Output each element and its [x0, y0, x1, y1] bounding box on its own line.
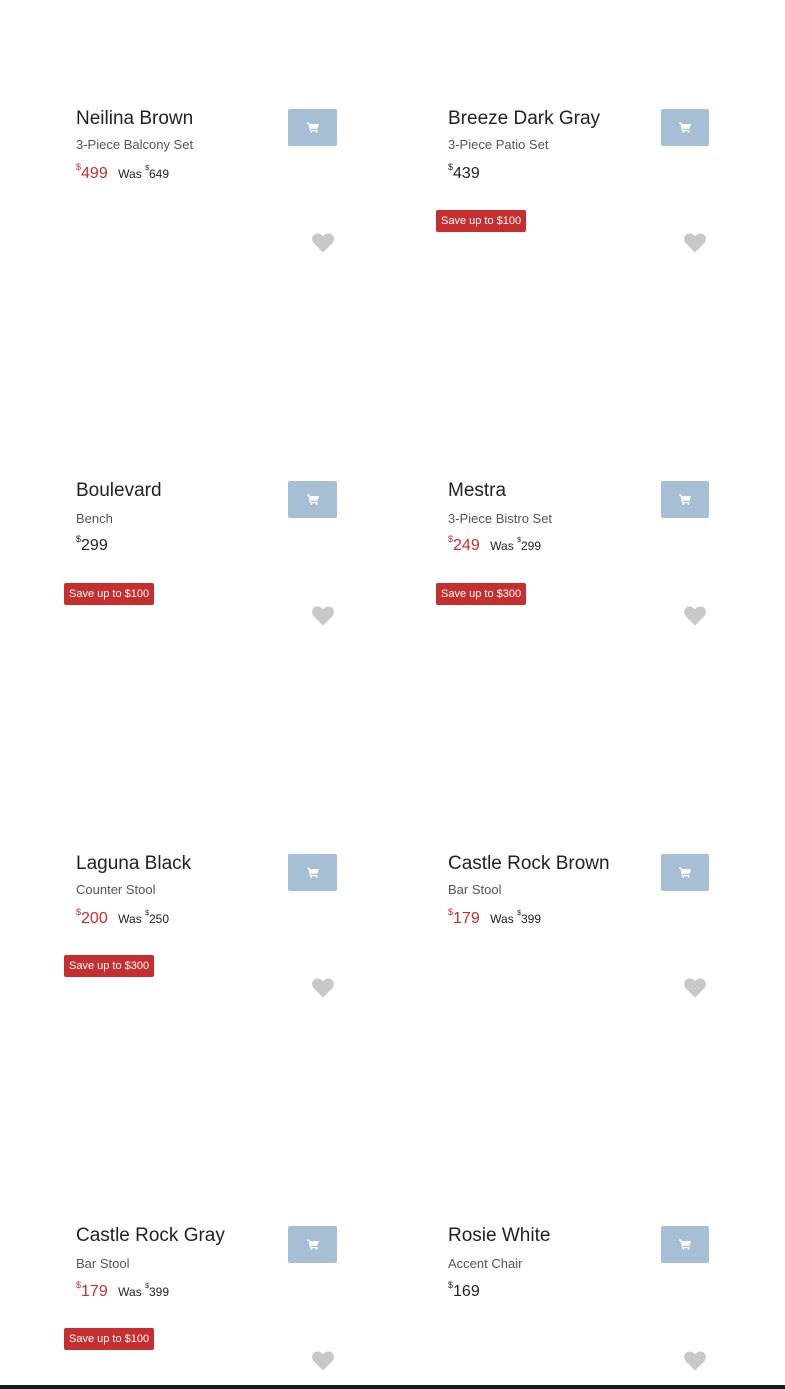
product-subtitle: 3-Piece Balcony Set: [76, 137, 194, 152]
save-badge: Save up to $100: [436, 210, 527, 232]
current-price: $439: [448, 162, 480, 182]
product-title[interactable]: Mestra: [448, 479, 506, 503]
product-title[interactable]: Rosie White: [448, 1224, 550, 1248]
price-block: $179 Was $399: [76, 1280, 170, 1302]
product-card[interactable]: Save up to $300 Castle Rock Brown Bar St…: [372, 583, 744, 955]
shopping-cart-icon: [306, 122, 319, 133]
product-card[interactable]: Save up to $300 Castle Rock Gray Bar Sto…: [0, 955, 372, 1327]
wishlist-button[interactable]: [684, 978, 708, 1002]
bottom-divider: [0, 1385, 785, 1389]
was-price: Was $299: [490, 537, 542, 553]
heart-icon: [684, 978, 706, 998]
add-to-cart-button[interactable]: [661, 109, 709, 146]
shopping-cart-icon: [679, 867, 691, 878]
current-price: $249: [448, 534, 480, 554]
current-price: $169: [448, 1280, 480, 1300]
product-subtitle: Counter Stool: [76, 882, 156, 897]
product-card[interactable]: Save up to $100 Laguna Black Counter Sto…: [0, 583, 372, 955]
add-to-cart-button[interactable]: [661, 854, 709, 891]
wishlist-button[interactable]: [312, 233, 336, 257]
product-title[interactable]: Castle Rock Brown: [448, 852, 610, 876]
save-badge: Save up to $300: [64, 955, 155, 977]
product-card[interactable]: Boulevard Bench $299: [0, 210, 372, 582]
product-subtitle: 3-Piece Patio Set: [448, 137, 549, 152]
price-block: $169: [448, 1280, 480, 1302]
wishlist-button[interactable]: [312, 606, 336, 630]
heart-icon: [684, 606, 706, 626]
price-block: $299: [76, 534, 108, 556]
product-title[interactable]: Neilina Brown: [76, 107, 193, 131]
shopping-cart-icon: [679, 122, 691, 133]
heart-icon: [312, 233, 334, 253]
current-price: $499: [76, 162, 108, 182]
wishlist-button[interactable]: [684, 1351, 708, 1375]
product-card[interactable]: Save up to $100: [0, 1327, 372, 1385]
wishlist-button[interactable]: [684, 606, 708, 630]
was-price: Was $399: [490, 910, 542, 926]
price-block: $179 Was $399: [448, 907, 542, 929]
was-price: Was $250: [118, 910, 170, 926]
product-card[interactable]: Breeze Dark Gray 3-Piece Patio Set $439: [372, 107, 744, 189]
product-card[interactable]: Neilina Brown 3-Piece Balcony Set $499 W…: [0, 107, 372, 189]
current-price: $179: [448, 907, 480, 927]
product-card[interactable]: Rosie White Accent Chair $169: [372, 955, 744, 1327]
wishlist-button[interactable]: [684, 233, 708, 257]
add-to-cart-button[interactable]: [661, 481, 709, 518]
add-to-cart-button[interactable]: [288, 854, 337, 891]
product-title[interactable]: Boulevard: [76, 479, 162, 503]
product-title[interactable]: Breeze Dark Gray: [448, 107, 600, 131]
wishlist-button[interactable]: [312, 978, 336, 1002]
shopping-cart-icon: [679, 494, 691, 505]
current-price: $179: [76, 1280, 108, 1300]
price-block: $499 Was $649: [76, 162, 170, 184]
product-title[interactable]: Laguna Black: [76, 852, 191, 876]
product-title[interactable]: Castle Rock Gray: [76, 1224, 225, 1248]
save-badge: Save up to $300: [436, 583, 527, 605]
current-price: $200: [76, 907, 108, 927]
product-card[interactable]: Save up to $100 Mestra 3-Piece Bistro Se…: [372, 210, 744, 582]
save-badge: Save up to $100: [64, 1328, 155, 1350]
heart-icon: [684, 1351, 706, 1371]
product-card[interactable]: [372, 1327, 744, 1385]
product-subtitle: Bar Stool: [76, 1256, 130, 1271]
add-to-cart-button[interactable]: [288, 481, 337, 518]
shopping-cart-icon: [306, 494, 319, 505]
add-to-cart-button[interactable]: [661, 1226, 709, 1263]
price-block: $200 Was $250: [76, 907, 170, 929]
heart-icon: [312, 1351, 334, 1371]
save-badge: Save up to $100: [64, 583, 155, 605]
product-grid: Neilina Brown 3-Piece Balcony Set $499 W…: [0, 0, 785, 1389]
shopping-cart-icon: [679, 1239, 691, 1250]
heart-icon: [312, 978, 334, 998]
product-subtitle: Bar Stool: [448, 882, 502, 897]
product-subtitle: Bench: [76, 511, 113, 526]
heart-icon: [312, 606, 334, 626]
add-to-cart-button[interactable]: [288, 109, 337, 146]
price-block: $439: [448, 162, 480, 184]
was-price: Was $399: [118, 1283, 170, 1299]
product-subtitle: 3-Piece Bistro Set: [448, 511, 553, 526]
shopping-cart-icon: [306, 1239, 319, 1250]
wishlist-button[interactable]: [312, 1351, 336, 1375]
was-price: Was $649: [118, 165, 170, 181]
current-price: $299: [76, 534, 108, 554]
shopping-cart-icon: [306, 867, 319, 878]
price-block: $249 Was $299: [448, 534, 542, 556]
product-subtitle: Accent Chair: [448, 1256, 523, 1271]
add-to-cart-button[interactable]: [288, 1226, 337, 1263]
heart-icon: [684, 233, 706, 253]
